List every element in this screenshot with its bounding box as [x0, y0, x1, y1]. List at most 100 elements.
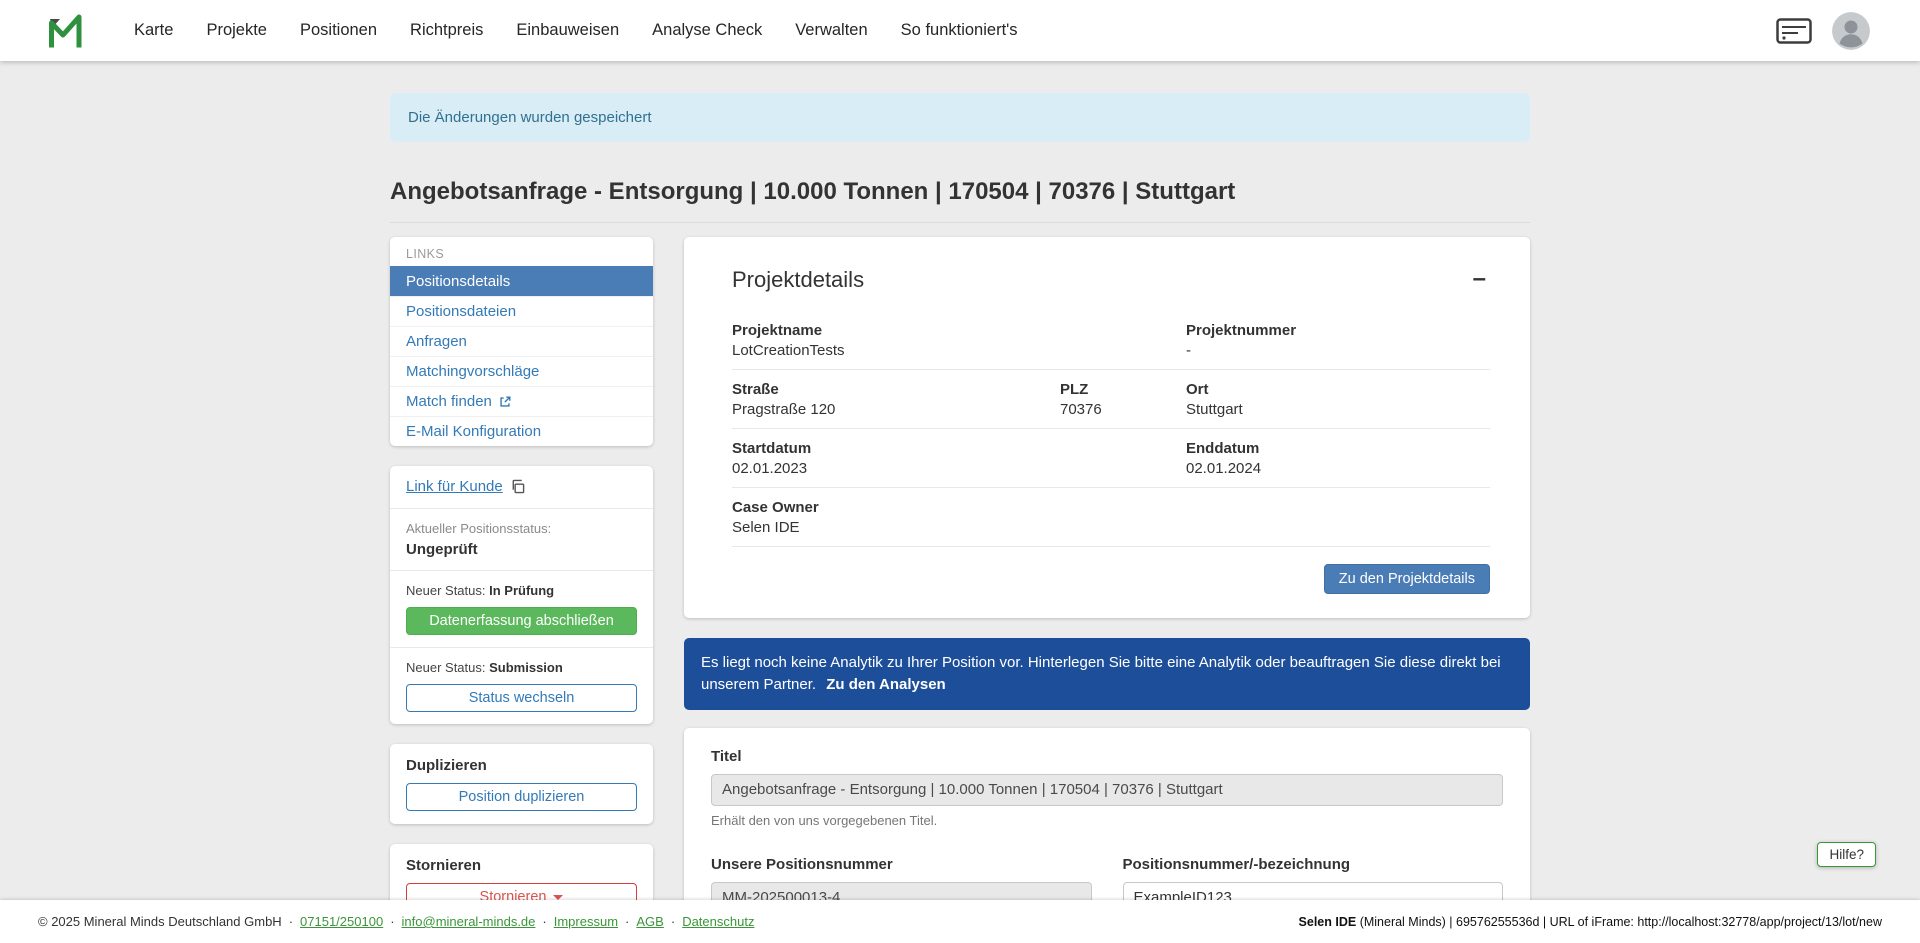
- footer-separator: ·: [671, 914, 675, 929]
- duplicate-card: Duplizieren Position duplizieren: [390, 744, 653, 824]
- new-status-value: Submission: [489, 660, 563, 675]
- field-value: 02.01.2023: [732, 460, 1186, 477]
- sidebar-item-matchingvorschlaege[interactable]: Matchingvorschläge: [390, 356, 653, 386]
- project-details-card: Projektdetails – Projektname LotCreation…: [684, 237, 1530, 618]
- footer-separator: ·: [289, 914, 293, 929]
- field-label: Ort: [1186, 381, 1490, 398]
- top-navbar: Karte Projekte Positionen Richtpreis Ein…: [0, 0, 1920, 61]
- duplicate-heading: Duplizieren: [406, 757, 637, 774]
- main-column: Projektdetails – Projektname LotCreation…: [684, 237, 1530, 900]
- phone-link[interactable]: 07151/250100: [300, 914, 383, 929]
- current-status-value: Ungeprüft: [406, 541, 637, 558]
- main-viewport: Die Änderungen wurden gespeichert Angebo…: [0, 61, 1920, 900]
- titel-input: [711, 774, 1503, 806]
- server-icon: [1776, 18, 1812, 44]
- server-button[interactable]: [1776, 18, 1812, 44]
- analytics-banner-text: Es liegt noch keine Analytik zu Ihrer Po…: [701, 654, 1501, 693]
- stornieren-label: Stornieren: [480, 889, 547, 900]
- current-status-label: Aktueller Positionsstatus:: [406, 521, 637, 536]
- duplicate-position-button[interactable]: Position duplizieren: [406, 783, 637, 811]
- navbar-right: [1776, 12, 1870, 50]
- field-label: PLZ: [1060, 381, 1186, 398]
- titel-help-text: Erhält den von uns vorgegebenen Titel.: [711, 813, 1503, 828]
- positionsnummer-input: [711, 882, 1092, 901]
- page-title: Angebotsanfrage - Entsorgung | 10.000 To…: [390, 178, 1530, 223]
- field-value: Pragstraße 120: [732, 401, 1060, 418]
- user-icon: [1832, 12, 1870, 50]
- switch-status-button[interactable]: Status wechseln: [406, 684, 637, 712]
- sidebar-item-match-finden[interactable]: Match finden: [390, 386, 653, 416]
- success-alert: Die Änderungen wurden gespeichert: [390, 93, 1530, 142]
- brand-logo[interactable]: [46, 12, 84, 50]
- field-value: 02.01.2024: [1186, 460, 1490, 477]
- field-label: Projektname: [732, 322, 1186, 339]
- field-value: Stuttgart: [1186, 401, 1490, 418]
- agb-link[interactable]: AGB: [636, 914, 663, 929]
- footer-session-details: (Mineral Minds) | 69576255536d | URL of …: [1356, 915, 1882, 929]
- nav-item-analyse-check[interactable]: Analyse Check: [652, 21, 762, 40]
- go-to-analyses-link[interactable]: Zu den Analysen: [826, 676, 945, 693]
- sidebar-links-card: LINKS Positionsdetails Positionsdateien …: [390, 237, 653, 446]
- field-label: Straße: [732, 381, 1060, 398]
- nav-item-einbauweisen[interactable]: Einbauweisen: [516, 21, 619, 40]
- nav-item-karte[interactable]: Karte: [134, 21, 173, 40]
- stornieren-dropdown-button[interactable]: Stornieren: [406, 883, 637, 900]
- mineral-minds-logo-icon: [46, 12, 84, 50]
- nav-item-richtpreis[interactable]: Richtpreis: [410, 21, 483, 40]
- position-form-card: Titel Erhält den von uns vorgegebenen Ti…: [684, 728, 1530, 901]
- field-label: Case Owner: [732, 499, 1060, 516]
- field-value: LotCreationTests: [732, 342, 1186, 359]
- footer-left: © 2025 Mineral Minds Deutschland GmbH · …: [38, 914, 754, 929]
- new-status-prefix: Neuer Status:: [406, 583, 486, 598]
- sidebar-item-email-konfiguration[interactable]: E-Mail Konfiguration: [390, 416, 653, 446]
- caret-down-icon: [553, 895, 563, 900]
- copy-icon: [510, 479, 525, 494]
- footer-separator: ·: [390, 914, 394, 929]
- field-value: 70376: [1060, 401, 1186, 418]
- help-button[interactable]: Hilfe?: [1817, 842, 1876, 867]
- titel-label: Titel: [711, 748, 1503, 765]
- field-label: Enddatum: [1186, 440, 1490, 457]
- nav-item-so-funktionierts[interactable]: So funktioniert's: [901, 21, 1018, 40]
- datenschutz-link[interactable]: Datenschutz: [682, 914, 754, 929]
- footer-session-info: Selen IDE (Mineral Minds) | 69576255536d…: [1299, 915, 1882, 929]
- email-link[interactable]: info@mineral-minds.de: [402, 914, 536, 929]
- field-label: Startdatum: [732, 440, 1186, 457]
- page-footer: © 2025 Mineral Minds Deutschland GmbH · …: [0, 900, 1920, 943]
- field-label: Projektnummer: [1186, 322, 1490, 339]
- external-link-icon: [498, 395, 512, 409]
- footer-separator: ·: [625, 914, 629, 929]
- sidebar-item-positionsdetails[interactable]: Positionsdetails: [390, 266, 653, 296]
- left-sidebar: LINKS Positionsdetails Positionsdateien …: [390, 237, 653, 900]
- project-row: Startdatum 02.01.2023 Enddatum 02.01.202…: [732, 429, 1490, 488]
- sidebar-item-anfragen[interactable]: Anfragen: [390, 326, 653, 356]
- analytics-banner: Es liegt noch keine Analytik zu Ihrer Po…: [684, 638, 1530, 710]
- sidebar-item-label: Match finden: [406, 393, 492, 410]
- new-status-prefix: Neuer Status:: [406, 660, 486, 675]
- project-row: Case Owner Selen IDE: [732, 488, 1490, 547]
- footer-user-name: Selen IDE: [1299, 915, 1357, 929]
- user-avatar-button[interactable]: [1832, 12, 1870, 50]
- new-status-line-2: Neuer Status: Submission: [406, 660, 637, 675]
- complete-data-entry-button[interactable]: Datenerfassung abschließen: [406, 607, 637, 635]
- footer-separator: ·: [542, 914, 546, 929]
- nav-item-verwalten[interactable]: Verwalten: [795, 21, 867, 40]
- project-details-title: Projektdetails: [732, 267, 864, 293]
- field-value: -: [1186, 342, 1490, 359]
- sidebar-item-positionsdateien[interactable]: Positionsdateien: [390, 296, 653, 326]
- go-to-project-details-button[interactable]: Zu den Projektdetails: [1324, 564, 1490, 594]
- project-row: Projektname LotCreationTests Projektnumm…: [732, 311, 1490, 370]
- custom-positionsnummer-label: Positionsnummer/-bezeichnung: [1123, 856, 1504, 873]
- impressum-link[interactable]: Impressum: [554, 914, 618, 929]
- positionsnummer-label: Unsere Positionsnummer: [711, 856, 1092, 873]
- custom-positionsnummer-input[interactable]: [1123, 882, 1504, 901]
- customer-link[interactable]: Link für Kunde: [406, 478, 525, 495]
- collapse-icon[interactable]: –: [1469, 267, 1490, 291]
- cancel-card: Stornieren Stornieren: [390, 844, 653, 900]
- new-status-line-1: Neuer Status: In Prüfung: [406, 583, 637, 598]
- links-header: LINKS: [390, 237, 653, 266]
- copyright-text: © 2025 Mineral Minds Deutschland GmbH: [38, 914, 282, 929]
- nav-item-projekte[interactable]: Projekte: [206, 21, 267, 40]
- new-status-value: In Prüfung: [489, 583, 554, 598]
- nav-item-positionen[interactable]: Positionen: [300, 21, 377, 40]
